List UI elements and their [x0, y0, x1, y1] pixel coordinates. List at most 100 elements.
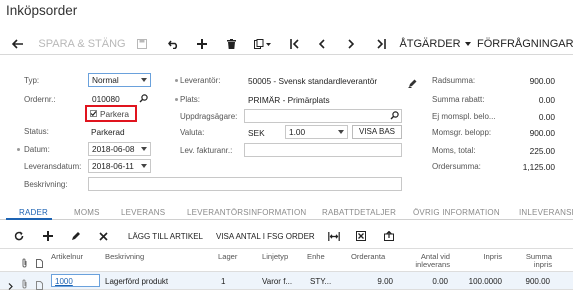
- edit-pencil-icon[interactable]: [408, 75, 417, 93]
- type-label: Typ:: [24, 76, 40, 85]
- date-field[interactable]: 2018-06-08: [88, 142, 151, 156]
- order-number-field[interactable]: 010080: [88, 92, 151, 106]
- required-dot: [175, 79, 178, 82]
- col-unit-price-header[interactable]: Inpris: [470, 252, 502, 262]
- chevron-down-icon: [464, 42, 471, 46]
- search-icon[interactable]: [139, 94, 148, 105]
- tab-vat[interactable]: MOMS: [74, 208, 100, 217]
- save-close-button[interactable]: SPARA & STÄNG: [38, 33, 125, 55]
- tab-lines[interactable]: RADER: [19, 208, 48, 217]
- status-label: Status:: [24, 127, 49, 136]
- order-number-value: 010080: [92, 94, 120, 104]
- delete-row-icon[interactable]: [99, 226, 108, 246]
- rate-value: 1.00: [289, 127, 306, 137]
- currency-value[interactable]: SEK: [248, 128, 265, 138]
- location-value[interactable]: PRIMÄR - Primärplats: [248, 95, 330, 105]
- main-toolbar: SPARA & STÄNG ÅTGÄRDER FÖRFRÅGNINGAR: [0, 33, 573, 55]
- type-select[interactable]: Normal: [88, 73, 151, 87]
- tab-receipts[interactable]: INLEVERANSE: [519, 208, 573, 217]
- inquiries-label: FÖRFRÅGNINGAR: [477, 38, 573, 50]
- tab-supplier-info[interactable]: LEVERANTÖRSINFORMATION: [187, 208, 306, 217]
- assignee-field[interactable]: [244, 109, 402, 123]
- supplier-invoice-input[interactable]: [244, 143, 402, 157]
- tab-delivery[interactable]: LEVERANS: [121, 208, 165, 217]
- col-total-header-2[interactable]: inpris: [520, 260, 552, 270]
- delete-icon[interactable]: [223, 33, 239, 55]
- col-received-qty-header-2[interactable]: inleverans: [410, 260, 450, 270]
- back-icon[interactable]: [10, 33, 26, 55]
- first-record-icon[interactable]: [287, 33, 301, 55]
- attachment-icon[interactable]: [21, 276, 28, 294]
- supplier-invoice-label: Lev. fakturanr.:: [180, 146, 233, 155]
- next-record-icon[interactable]: [344, 33, 358, 55]
- description-label: Beskrivning:: [24, 180, 68, 189]
- tab-bar: RADER MOMS LEVERANS LEVERANTÖRSINFORMATION R…: [0, 206, 573, 220]
- col-warehouse-header[interactable]: Lager: [218, 252, 237, 262]
- tab-other-info[interactable]: ÖVRIG INFORMATION: [413, 208, 500, 217]
- row-item-link[interactable]: 1000: [55, 277, 73, 286]
- grid-header: Artikelnur Beskrivning Lager Linjetyp En…: [0, 248, 573, 272]
- total-value: 225.00: [529, 146, 555, 156]
- col-description-header[interactable]: Beskrivning: [105, 252, 144, 262]
- last-record-icon[interactable]: [374, 33, 388, 55]
- row-received-qty: 0.00: [432, 277, 448, 286]
- delivery-date-field[interactable]: 2018-06-11: [88, 159, 151, 173]
- total-label: Ej momspl. belo...: [432, 112, 496, 121]
- total-value: 1,125.00: [522, 162, 555, 172]
- required-dot: [17, 148, 20, 151]
- export-excel-icon[interactable]: [356, 226, 366, 246]
- copy-paste-icon[interactable]: [252, 33, 274, 55]
- type-value: Normal: [92, 75, 119, 85]
- undo-icon[interactable]: [165, 33, 181, 55]
- inquiries-menu[interactable]: FÖRFRÅGNINGAR: [477, 33, 573, 55]
- grid-toolbar: LÄGG TILL ARTIKEL VISA ANTAL I FSG ORDER: [0, 226, 573, 246]
- refresh-icon[interactable]: [14, 226, 24, 246]
- currency-label: Valuta:: [180, 128, 205, 137]
- total-value: 900.00: [529, 76, 555, 86]
- actions-menu[interactable]: ÅTGÄRDER: [399, 33, 471, 55]
- show-qty-button[interactable]: VISA ANTAL I FSG ORDER: [216, 226, 315, 246]
- chevron-down-icon: [141, 164, 147, 168]
- row-unit-price: 100.0000: [468, 277, 502, 286]
- rate-select[interactable]: 1.00: [285, 125, 348, 139]
- col-item-header[interactable]: Artikelnur: [51, 252, 83, 262]
- total-label: Radsumma:: [432, 76, 476, 85]
- park-checkbox[interactable]: [90, 110, 97, 117]
- park-label: Parkera: [100, 109, 130, 119]
- upload-icon[interactable]: [384, 226, 394, 246]
- supplier-value[interactable]: 50005 - Svensk standardleverantör: [248, 76, 377, 86]
- col-line-type-header[interactable]: Linjetyp: [262, 252, 288, 262]
- previous-record-icon[interactable]: [315, 33, 329, 55]
- table-row[interactable]: 1000 Lagerförd produkt 1 Varor f... STY.…: [0, 272, 573, 290]
- chevron-down-icon: [141, 147, 147, 151]
- save-icon[interactable]: [134, 33, 150, 55]
- tab-discount-details[interactable]: RABATTDETALJER: [322, 208, 396, 217]
- row-warehouse: 1: [221, 277, 226, 286]
- actions-label: ÅTGÄRDER: [399, 38, 461, 50]
- required-dot: [175, 98, 178, 101]
- row-description: Lagerförd produkt: [105, 277, 169, 286]
- description-input[interactable]: [88, 177, 402, 191]
- total-value: 900.00: [529, 128, 555, 138]
- location-label: Plats:: [180, 95, 201, 104]
- search-icon[interactable]: [390, 111, 399, 122]
- chevron-down-icon: [141, 78, 147, 82]
- total-value: 0.00: [538, 95, 555, 105]
- col-ordered-qty-header[interactable]: Orderanta: [351, 252, 385, 262]
- delivery-date-label: Leveransdatum:: [24, 162, 82, 171]
- note-icon[interactable]: [36, 277, 43, 294]
- attachment-icon: [21, 255, 28, 273]
- add-item-button[interactable]: LÄGG TILL ARTIKEL: [128, 226, 203, 246]
- add-icon[interactable]: [194, 33, 210, 55]
- chevron-down-icon: [338, 130, 344, 134]
- order-number-label: Ordernr.:: [24, 95, 56, 104]
- delivery-date-value: 2018-06-11: [92, 161, 134, 171]
- show-base-button[interactable]: VISA BAS: [352, 125, 402, 139]
- status-value: Parkerad: [91, 127, 125, 137]
- row-arrow-icon[interactable]: [8, 277, 13, 294]
- fit-columns-icon[interactable]: [328, 226, 340, 246]
- edit-icon[interactable]: [71, 226, 81, 246]
- supplier-label: Leverantör:: [180, 76, 221, 85]
- add-row-icon[interactable]: [43, 226, 53, 246]
- col-unit-header[interactable]: Enhe: [307, 252, 325, 262]
